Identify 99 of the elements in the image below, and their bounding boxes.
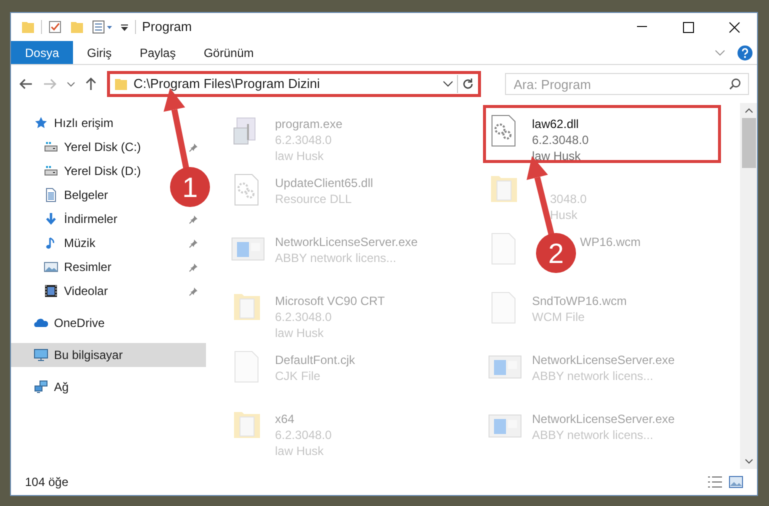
drive-icon [44, 164, 58, 178]
file-name: WP16.wcm [580, 234, 641, 250]
scrollbar[interactable] [740, 103, 757, 469]
file-detail: Resource DLL [275, 191, 353, 207]
dropdown-arrow-icon[interactable] [120, 22, 129, 32]
sidebar-label: Belgeler [64, 187, 108, 204]
video-icon [44, 284, 58, 298]
sidebar-item[interactable]: İndirmeler [11, 207, 206, 231]
file-name: NetworkLicenseServer.exe [532, 352, 675, 368]
expand-ribbon-icon[interactable] [715, 50, 725, 56]
maximize-icon [682, 22, 694, 32]
search-icon [729, 78, 742, 90]
callout-badge [170, 167, 210, 207]
sidebar-item[interactable]: Yerel Disk (D:) [11, 159, 149, 183]
file-name: SndToWP16.wcm [532, 293, 627, 309]
scroll-down-icon[interactable] [744, 459, 752, 464]
file-detail: law Husk [275, 325, 325, 341]
file-detail: WCM File [532, 309, 586, 325]
ribbon-tab[interactable]: Dosya [11, 41, 74, 64]
pin-icon [189, 262, 198, 272]
window-title: Program [142, 18, 192, 36]
refresh-icon[interactable] [462, 78, 474, 90]
scroll-up-icon[interactable] [744, 108, 752, 113]
pin-icon [189, 142, 198, 152]
download-icon [44, 212, 58, 226]
folder-icon [114, 77, 128, 91]
file-name: NetworkLicenseServer.exe [275, 234, 418, 250]
back-arrow-icon[interactable] [19, 78, 33, 90]
sidebar-item[interactable]: Videolar [11, 279, 206, 303]
sidebar-label: OneDrive [54, 315, 105, 332]
sidebar-label: Müzik [64, 235, 96, 252]
ribbon-tab[interactable]: Giriş [73, 41, 126, 64]
file-item[interactable]: law62.dll 6.2.3048.0 law Husk [483, 105, 721, 163]
item-count: 104 öğe [25, 474, 68, 491]
address-bar[interactable]: C:\Program Files\Program Dizini [106, 71, 481, 97]
file-detail: law Husk [275, 148, 325, 164]
sidebar-item[interactable]: Bu bilgisayar [11, 343, 206, 367]
file-detail: ABBY network licens... [532, 368, 654, 384]
file-detail: ABBY network licens... [532, 427, 654, 443]
sidebar-item[interactable]: Yerel Disk (C:) [11, 135, 206, 159]
recent-locations-icon[interactable] [66, 82, 75, 86]
picture-icon [44, 260, 58, 274]
help-icon[interactable] [737, 44, 753, 60]
sidebar-item[interactable]: Hızlı erişim [11, 111, 122, 135]
file-detail: law Husk [532, 148, 582, 164]
properties-icon[interactable] [92, 20, 114, 34]
network-icon [34, 380, 48, 394]
close-icon [728, 22, 740, 32]
callout-badge [536, 233, 576, 273]
drive-icon [44, 140, 58, 154]
file-detail: 6.2.3048.0 [275, 309, 333, 325]
sidebar-item[interactable]: Müzik [11, 231, 206, 255]
sidebar-label: Hızlı erişim [54, 115, 114, 132]
sidebar-label: Videolar [64, 283, 109, 300]
up-arrow-icon[interactable] [84, 77, 97, 91]
sidebar-label: Yerel Disk (D:) [64, 163, 141, 180]
file-name: x64 [275, 411, 296, 427]
callout-number: 1 [182, 172, 198, 203]
ribbon-tab[interactable]: Görünüm [190, 41, 268, 64]
ribbon-tab[interactable]: Paylaş [126, 41, 190, 64]
sidebar-label: Yerel Disk (C:) [64, 139, 142, 156]
file-detail: law Husk [275, 443, 325, 459]
sidebar-item[interactable]: Ağ [11, 375, 77, 399]
large-icons-view-icon[interactable] [729, 476, 743, 488]
file-name: program.exe [275, 116, 342, 132]
callout-number: 2 [548, 238, 564, 269]
details-view-icon[interactable] [707, 476, 723, 488]
file-detail: ABBY network licens... [275, 250, 398, 266]
star-icon [34, 116, 48, 130]
sidebar-item[interactable]: Belgeler [11, 183, 116, 207]
file-detail: 6.2.3048.0 [275, 427, 332, 443]
file-detail: 6.2.3048.0 [275, 132, 333, 148]
cloud-icon [34, 316, 48, 330]
file-name: UpdateClient65.dll [275, 175, 374, 191]
file-detail: 6.2.3048.0 [532, 132, 589, 148]
sidebar-item[interactable]: OneDrive [11, 311, 113, 335]
search-field[interactable]: Ara: Program [504, 73, 750, 95]
sidebar-item[interactable]: Resimler [11, 255, 206, 279]
file-name: law62.dll [532, 116, 580, 132]
file-detail: 3048.0 [550, 191, 587, 207]
file-name: DefaultFont.cjk [275, 352, 356, 368]
minimize-icon [637, 26, 647, 28]
file-name: NetworkLicenseServer.exe [532, 411, 675, 427]
checkbox-doc-icon[interactable] [48, 20, 62, 34]
scrollbar-thumb[interactable] [742, 118, 756, 168]
address-path: C:\Program Files\Program Dizini [134, 75, 321, 94]
file-detail: Husk [550, 207, 578, 223]
sidebar-label: İndirmeler [64, 211, 118, 228]
document-icon [44, 188, 58, 202]
file-detail: CJK File [275, 368, 322, 384]
sidebar-label: Bu bilgisayar [54, 347, 124, 364]
pin-icon [189, 238, 198, 248]
computer-icon [34, 348, 48, 362]
pin-icon [189, 214, 198, 224]
file-name: Microsoft VC90 CRT [275, 293, 385, 309]
sidebar-label: Ağ [54, 379, 69, 396]
sidebar-label: Resimler [64, 259, 112, 276]
dropdown-caret-icon[interactable] [442, 81, 453, 87]
pin-icon [189, 286, 198, 296]
